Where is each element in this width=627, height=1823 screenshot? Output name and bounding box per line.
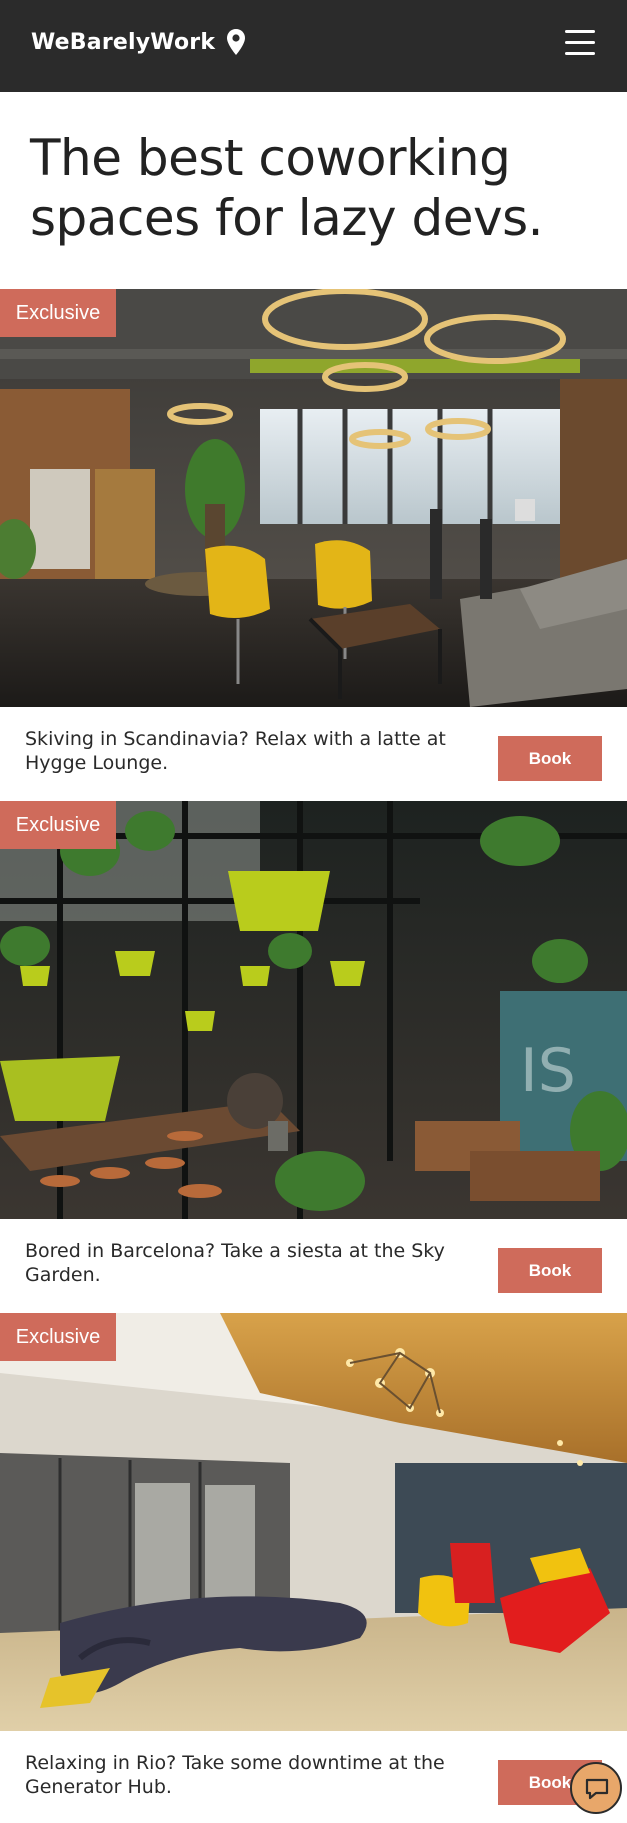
svg-text:IS: IS: [520, 1036, 576, 1106]
listing-caption: Skiving in Scandinavia? Relax with a lat…: [25, 728, 446, 774]
listing-photo: [0, 289, 627, 707]
exclusive-badge: Exclusive: [0, 1313, 116, 1361]
listing-card: Exclusive Skiving in Scandinavia? Relax …: [0, 289, 627, 801]
hamburger-menu-icon[interactable]: [563, 28, 597, 58]
chat-bubble-icon[interactable]: [570, 1762, 622, 1814]
page-title: The best coworking spaces for lazy devs.: [30, 129, 544, 247]
listing-card: IS Exclusive Bored in Barcelona? Take a …: [0, 801, 627, 1313]
book-button[interactable]: Book: [498, 736, 602, 781]
listing-photo: IS: [0, 801, 627, 1219]
brand-logo[interactable]: WeBarelyWork: [31, 30, 215, 55]
map-pin-icon[interactable]: [226, 28, 246, 56]
listing-caption: Bored in Barcelona? Take a siesta at the…: [25, 1240, 445, 1286]
top-navbar: WeBarelyWork: [0, 0, 627, 92]
listing-photo: [0, 1313, 627, 1731]
exclusive-badge: Exclusive: [0, 801, 116, 849]
exclusive-badge: Exclusive: [0, 289, 116, 337]
listing-card: Exclusive Relaxing in Rio? Take some dow…: [0, 1313, 627, 1823]
listing-caption: Relaxing in Rio? Take some downtime at t…: [25, 1752, 445, 1798]
book-button[interactable]: Book: [498, 1248, 602, 1293]
